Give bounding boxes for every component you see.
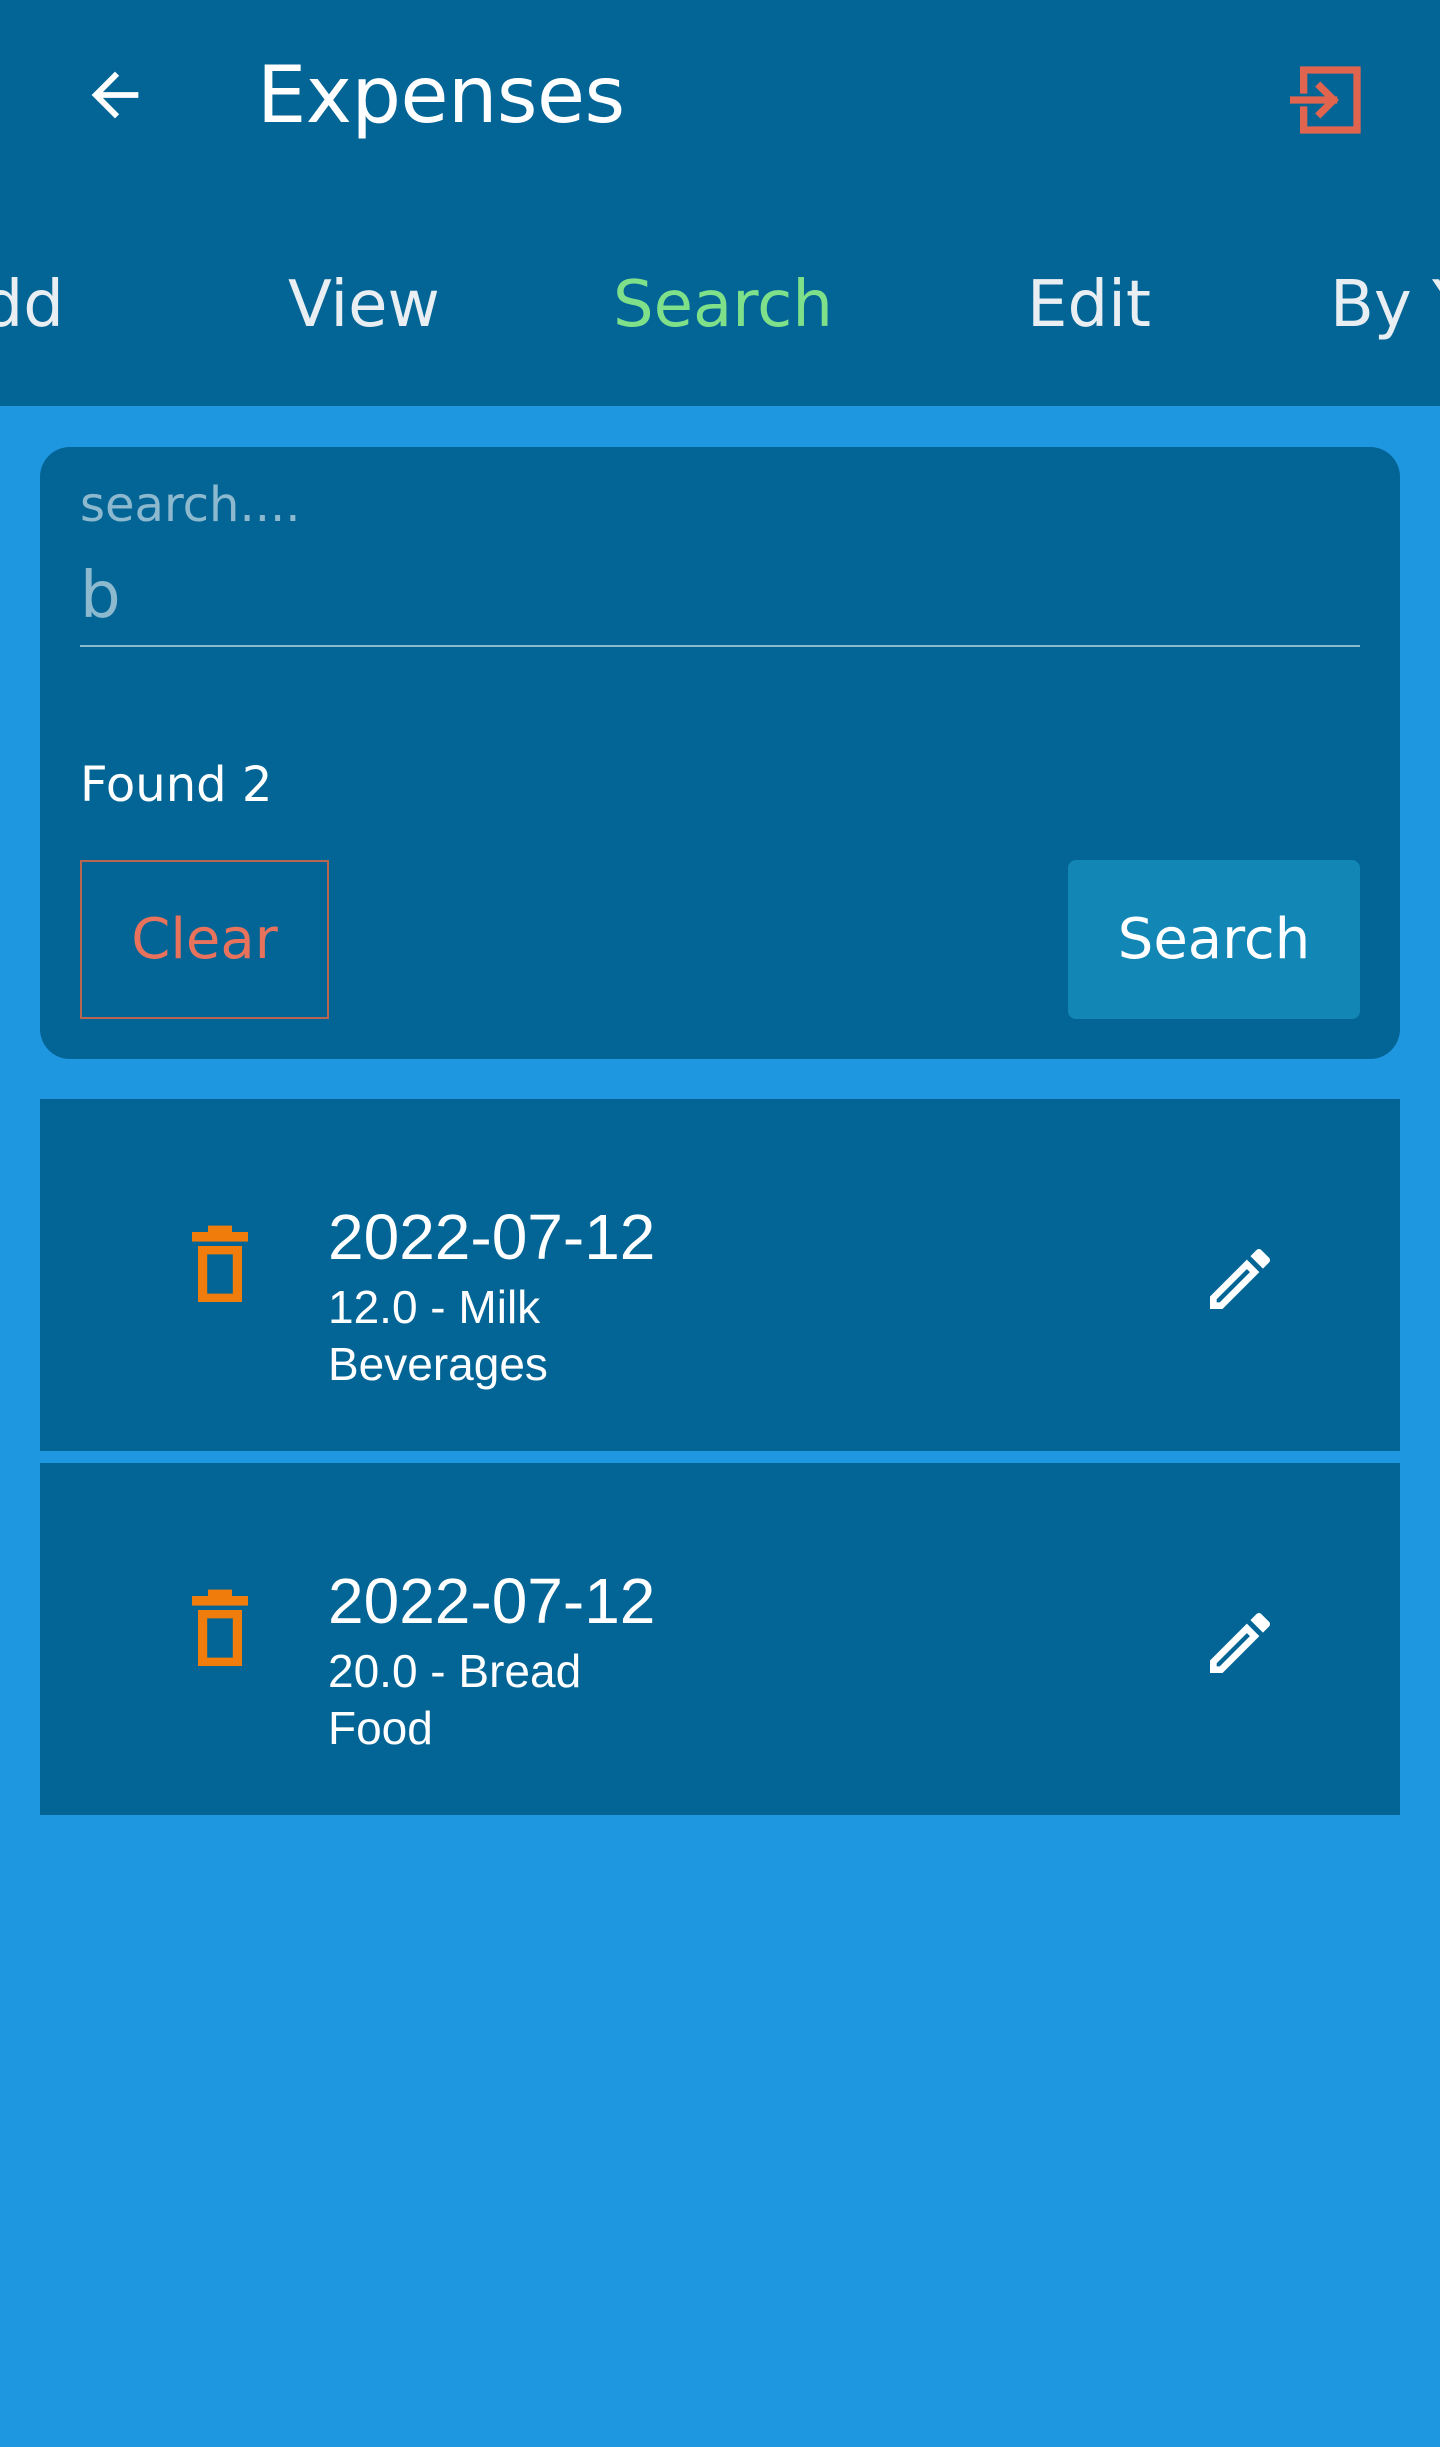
tab-by-year[interactable]: By Y (1330, 250, 1440, 360)
trash-icon (192, 1589, 248, 1666)
list-item: 2022-07-12 20.0 - Bread Food (40, 1463, 1400, 1815)
tab-search[interactable]: Search (613, 250, 833, 360)
list-item: 2022-07-12 12.0 - Milk Beverages (40, 1099, 1400, 1451)
app-bar: Expenses Add View Search Edit By Y (0, 0, 1440, 406)
trash-icon (192, 1225, 248, 1302)
item-amount-description: 20.0 - Bread (328, 1645, 582, 1697)
item-date: 2022-07-12 (328, 1565, 656, 1637)
clear-button[interactable]: Clear (80, 860, 329, 1019)
tab-add[interactable]: Add (0, 250, 64, 360)
delete-button[interactable] (160, 1563, 280, 1693)
pencil-icon (1210, 1612, 1271, 1673)
found-count-text: Found 2 (80, 757, 273, 813)
item-amount-description: 12.0 - Milk (328, 1281, 541, 1333)
edit-button[interactable] (1180, 1583, 1300, 1703)
login-exit-icon (1290, 66, 1361, 134)
pencil-icon (1210, 1248, 1271, 1309)
logout-button[interactable] (1272, 45, 1382, 155)
search-card: search.... Found 2 Clear Search (40, 447, 1400, 1059)
delete-button[interactable] (160, 1199, 280, 1329)
search-field-label: search.... (80, 477, 301, 533)
item-date: 2022-07-12 (328, 1201, 656, 1273)
page-title: Expenses (257, 51, 625, 141)
item-category: Beverages (328, 1338, 548, 1390)
back-button[interactable] (60, 45, 170, 145)
edit-button[interactable] (1180, 1219, 1300, 1339)
tab-edit[interactable]: Edit (1027, 250, 1151, 360)
tab-view[interactable]: View (288, 250, 440, 360)
search-input[interactable] (80, 547, 1360, 647)
tab-bar: Add View Search Edit By Y (0, 250, 1440, 360)
item-category: Food (328, 1702, 433, 1754)
search-button[interactable]: Search (1068, 860, 1360, 1019)
arrow-left-icon (91, 71, 139, 119)
